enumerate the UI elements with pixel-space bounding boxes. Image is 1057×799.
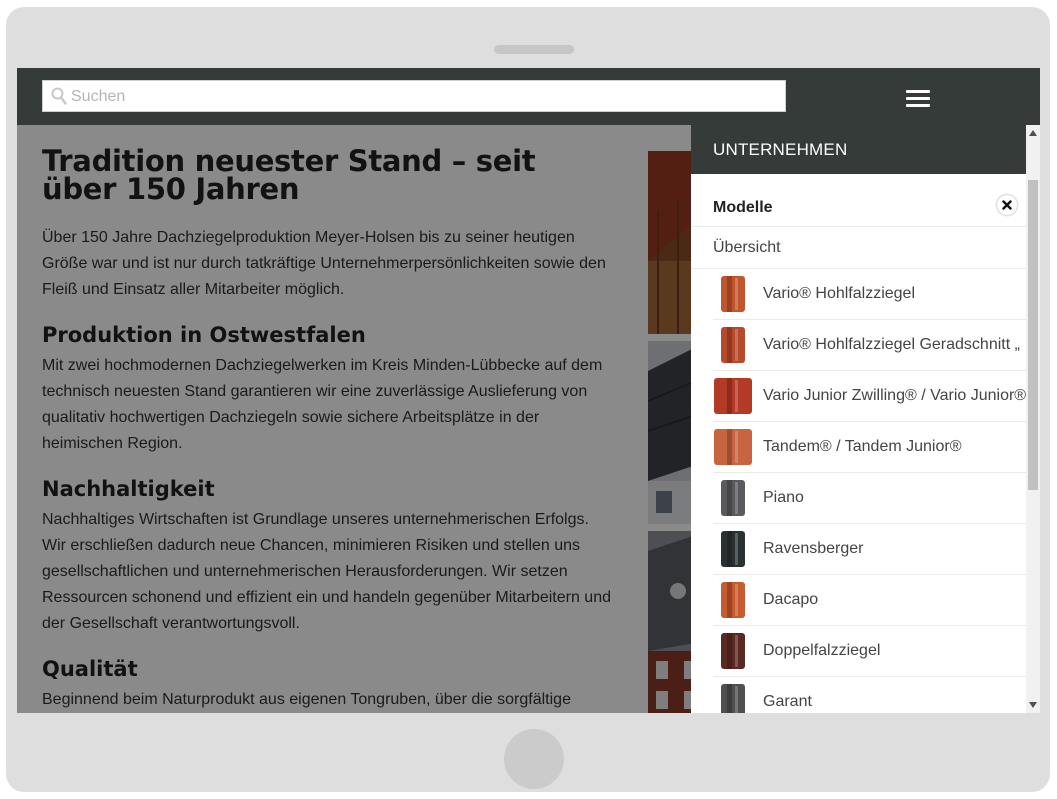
roof-tile-icon bbox=[721, 276, 745, 312]
hamburger-menu-icon[interactable] bbox=[906, 90, 930, 110]
menu-item-product[interactable]: Doppelfalzziegel bbox=[713, 626, 1026, 677]
menu-item-overview[interactable]: Übersicht bbox=[691, 227, 1026, 269]
roof-tile-icon bbox=[721, 480, 745, 516]
roof-tile-icon bbox=[721, 582, 745, 618]
product-name: Tandem® / Tandem Junior® bbox=[763, 438, 962, 455]
product-name: Vario Junior Zwilling® / Vario Junior® bbox=[763, 387, 1026, 404]
roof-tile-icon bbox=[721, 684, 745, 713]
search-icon bbox=[51, 87, 67, 105]
menu-item-product[interactable]: Piano bbox=[713, 473, 1026, 524]
menu-item-product[interactable]: Garant bbox=[713, 677, 1026, 713]
scroll-thumb[interactable] bbox=[1028, 180, 1038, 490]
navigation-panel: UNTERNEHMEN Modelle Übersicht Vario® Hoh… bbox=[691, 125, 1026, 713]
product-name: Dacapo bbox=[763, 591, 819, 608]
scroll-down-icon[interactable] bbox=[1029, 702, 1037, 708]
menu-item-product[interactable]: Vario® Hohlfalzziegel bbox=[713, 269, 1026, 320]
tablet-home-button[interactable] bbox=[504, 729, 564, 789]
panel-header[interactable]: UNTERNEHMEN bbox=[691, 125, 1026, 174]
roof-tile-icon bbox=[714, 429, 752, 465]
menu-item-product[interactable]: Tandem® / Tandem Junior® bbox=[713, 422, 1026, 473]
product-name: Vario® Hohlfalzziegel Geradschnitt „ bbox=[763, 336, 1020, 353]
menu-item-product[interactable]: Vario Junior Zwilling® / Vario Junior® bbox=[713, 371, 1026, 422]
search-input[interactable] bbox=[69, 81, 773, 113]
top-bar bbox=[17, 68, 1040, 125]
submenu-header: Modelle bbox=[691, 174, 1026, 227]
menu-item-product[interactable]: Dacapo bbox=[713, 575, 1026, 626]
product-list: Vario® Hohlfalzziegel Vario® Hohlfalzzieg… bbox=[691, 269, 1026, 713]
menu-item-product[interactable]: Vario® Hohlfalzziegel Geradschnitt „ bbox=[713, 320, 1026, 371]
product-name: Ravensberger bbox=[763, 540, 864, 557]
menu-item-product[interactable]: Ravensberger bbox=[713, 524, 1026, 575]
roof-tile-icon bbox=[721, 327, 745, 363]
roof-tile-icon bbox=[721, 633, 745, 669]
search-box[interactable] bbox=[42, 80, 786, 113]
tablet-speaker bbox=[494, 45, 574, 54]
scroll-up-icon[interactable] bbox=[1029, 130, 1037, 136]
panel-scrollbar[interactable] bbox=[1026, 125, 1040, 713]
roof-tile-icon bbox=[721, 531, 745, 567]
submenu-title: Modelle bbox=[713, 199, 773, 216]
product-name: Garant bbox=[763, 693, 812, 710]
product-name: Doppelfalzziegel bbox=[763, 642, 881, 659]
product-name: Piano bbox=[763, 489, 804, 506]
screen: Tradition neuester Stand – seit über 150… bbox=[17, 68, 1040, 713]
close-icon[interactable] bbox=[997, 195, 1017, 215]
product-name: Vario® Hohlfalzziegel bbox=[763, 285, 916, 302]
roof-tile-icon bbox=[714, 378, 752, 414]
